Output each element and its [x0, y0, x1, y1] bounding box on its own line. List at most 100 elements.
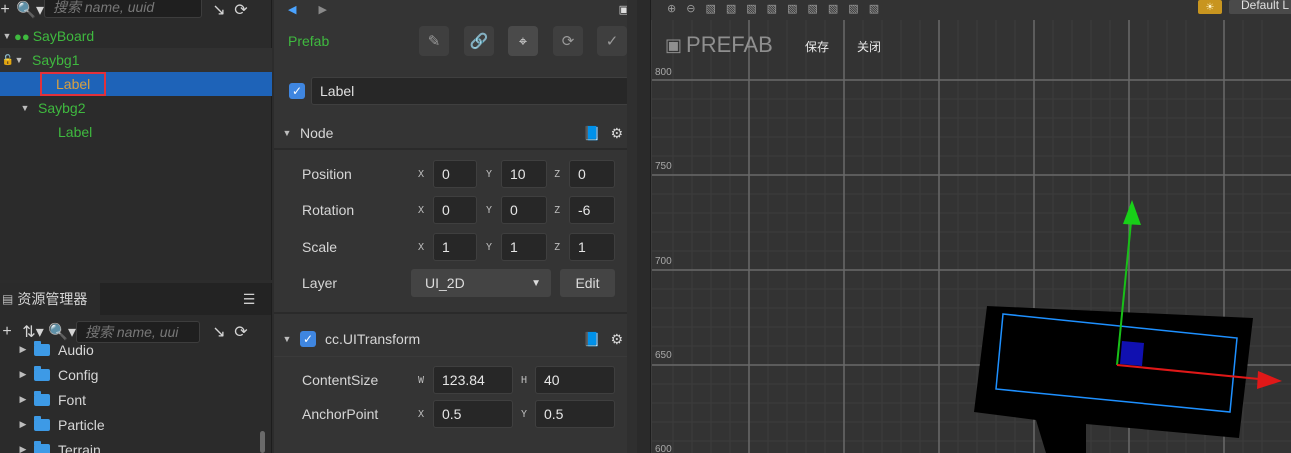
- inspector-scrollbar[interactable]: [627, 0, 637, 453]
- help-book-icon[interactable]: 📘: [583, 125, 600, 142]
- scene-view[interactable]: ⊕ ⊖ ▧ ▧ ▧ ▧ ▧ ▧ ▧ ▧ ▧ ☀ Default L ▣ PREF…: [650, 0, 1291, 453]
- unlink-prefab-button[interactable]: 🔗: [464, 26, 494, 56]
- expand-arrow-icon[interactable]: ▶: [16, 444, 30, 453]
- expand-arrow-icon[interactable]: ▼: [0, 31, 14, 41]
- anchorpoint-x-input[interactable]: 0.5: [433, 400, 513, 428]
- rotation-z-input[interactable]: -6: [569, 196, 615, 224]
- gear-icon[interactable]: ⚙: [610, 125, 623, 142]
- expand-arrow-icon[interactable]: ▼: [12, 55, 26, 65]
- node-active-checkbox[interactable]: ✓: [289, 83, 305, 99]
- sort-icon[interactable]: ⇅▾: [18, 322, 48, 342]
- tab-assets[interactable]: ▤ 资源管理器: [0, 283, 100, 315]
- axis-z-label[interactable]: Z: [554, 169, 560, 180]
- zoom-out-icon[interactable]: ⊖: [686, 2, 695, 15]
- locate-prefab-button[interactable]: ⌖: [508, 26, 538, 56]
- tree-item-sayboard[interactable]: ▼ ●● SayBoard: [0, 24, 272, 48]
- refresh-icon[interactable]: ⟳: [230, 0, 252, 20]
- collapse-icon[interactable]: ↘: [208, 0, 230, 20]
- help-book-icon[interactable]: 📘: [583, 331, 600, 348]
- uitransform-enabled-checkbox[interactable]: ✓: [300, 331, 316, 347]
- layer-edit-button[interactable]: Edit: [560, 269, 615, 297]
- assets-scrollbar[interactable]: [260, 431, 265, 453]
- node-name-input[interactable]: Label: [311, 77, 629, 105]
- align-top-icon[interactable]: ▧: [767, 2, 777, 15]
- contentsize-h-input[interactable]: 40: [535, 366, 615, 394]
- expand-arrow-icon[interactable]: ▶: [16, 419, 30, 430]
- anchorpoint-y-input[interactable]: 0.5: [535, 400, 615, 428]
- rotation-y-input[interactable]: 0: [501, 196, 547, 224]
- axis-x-label[interactable]: X: [418, 205, 424, 216]
- expand-arrow-icon[interactable]: ▶: [16, 369, 30, 380]
- speech-bubble-sprite[interactable]: [974, 306, 1253, 453]
- add-icon[interactable]: +: [0, 323, 18, 341]
- revert-prefab-button[interactable]: ⟳: [553, 26, 583, 56]
- search-filter-icon[interactable]: 🔍▾: [48, 322, 76, 342]
- axis-x-label[interactable]: X: [418, 169, 424, 180]
- edit-prefab-button[interactable]: ✎: [419, 26, 449, 56]
- axis-z-label[interactable]: Z: [554, 242, 560, 253]
- align-right-icon[interactable]: ▧: [746, 2, 756, 15]
- uitransform-section-header[interactable]: ▼ ✓ cc.UITransform 📘 ⚙: [274, 326, 637, 352]
- axis-z-label[interactable]: Z: [554, 205, 560, 216]
- axis-y-label[interactable]: Y: [486, 205, 492, 216]
- position-y-input[interactable]: 10: [501, 160, 547, 188]
- folder-item-font[interactable]: ▶ Font: [0, 387, 271, 412]
- axis-x-label[interactable]: X: [418, 409, 424, 420]
- distribute-v-icon[interactable]: ▧: [848, 2, 858, 15]
- gear-icon[interactable]: ⚙: [610, 331, 623, 348]
- default-layout-button[interactable]: Default L: [1229, 0, 1291, 14]
- assets-search-input[interactable]: 搜索 name, uui: [76, 321, 200, 343]
- expand-arrow-icon[interactable]: ▶: [16, 394, 30, 405]
- expand-arrow-icon[interactable]: ▼: [18, 103, 32, 113]
- align-vcenter-icon[interactable]: ▧: [787, 2, 797, 15]
- refresh-icon[interactable]: ⟳: [230, 322, 252, 342]
- menu-icon[interactable]: ☰: [227, 283, 271, 315]
- contentsize-w-input[interactable]: 123.84: [433, 366, 513, 394]
- collapse-arrow-icon[interactable]: ▼: [274, 128, 300, 138]
- scene-canvas[interactable]: [651, 0, 1291, 453]
- scale-x-input[interactable]: 1: [433, 233, 477, 261]
- position-x-input[interactable]: 0: [433, 160, 477, 188]
- tree-item-label-selected[interactable]: Label: [0, 72, 272, 96]
- axis-y-label[interactable]: Y: [521, 409, 527, 420]
- align-left-icon[interactable]: ▧: [705, 2, 715, 15]
- folder-item-config[interactable]: ▶ Config: [0, 362, 271, 387]
- tree-item-saybg1[interactable]: 🔓 ▼ Saybg1: [0, 48, 272, 72]
- scale-z-input[interactable]: 1: [569, 233, 615, 261]
- collapse-icon[interactable]: ↘: [208, 322, 230, 342]
- layer-select[interactable]: UI_2D ▼: [411, 269, 551, 297]
- save-button[interactable]: 保存: [805, 38, 829, 55]
- contentsize-row: ContentSize W 123.84 H 40: [288, 366, 628, 394]
- panel-splitter[interactable]: [637, 0, 650, 453]
- zoom-in-icon[interactable]: ⊕: [667, 2, 676, 15]
- folder-item-terrain[interactable]: ▶ Terrain: [0, 437, 271, 453]
- axis-y-label[interactable]: Y: [486, 242, 492, 253]
- close-button[interactable]: 关闭: [857, 38, 881, 55]
- axis-w-label[interactable]: W: [418, 375, 424, 386]
- folder-item-particle[interactable]: ▶ Particle: [0, 412, 271, 437]
- axis-y-label[interactable]: Y: [486, 169, 492, 180]
- position-z-input[interactable]: 0: [569, 160, 615, 188]
- gizmo-x-arrow[interactable]: [1257, 371, 1282, 389]
- axis-x-label[interactable]: X: [418, 242, 424, 253]
- align-bottom-icon[interactable]: ▧: [807, 2, 817, 15]
- sun-icon[interactable]: ☀: [1198, 0, 1222, 14]
- tree-item-saybg2[interactable]: ▼ Saybg2: [0, 96, 272, 120]
- tree-item-label-2[interactable]: Label: [0, 120, 272, 144]
- expand-arrow-icon[interactable]: ▶: [16, 344, 30, 355]
- search-filter-icon[interactable]: 🔍▾: [16, 0, 44, 20]
- rotation-x-input[interactable]: 0: [433, 196, 477, 224]
- apply-prefab-button[interactable]: ✓: [597, 26, 627, 56]
- scale-y-input[interactable]: 1: [501, 233, 547, 261]
- collapse-arrow-icon[interactable]: ▼: [274, 334, 300, 344]
- hierarchy-search-input[interactable]: 搜索 name, uuid: [44, 0, 202, 18]
- node-section-header[interactable]: ▼ Node 📘 ⚙: [274, 120, 637, 146]
- forward-arrow-icon[interactable]: ▶: [318, 3, 326, 16]
- anchor-handle[interactable]: [1120, 341, 1144, 366]
- distribute-spacing-icon[interactable]: ▧: [869, 2, 879, 15]
- back-arrow-icon[interactable]: ◀: [288, 3, 296, 16]
- add-icon[interactable]: +: [0, 1, 16, 19]
- axis-h-label[interactable]: H: [521, 375, 527, 386]
- distribute-h-icon[interactable]: ▧: [828, 2, 838, 15]
- align-hcenter-icon[interactable]: ▧: [726, 2, 736, 15]
